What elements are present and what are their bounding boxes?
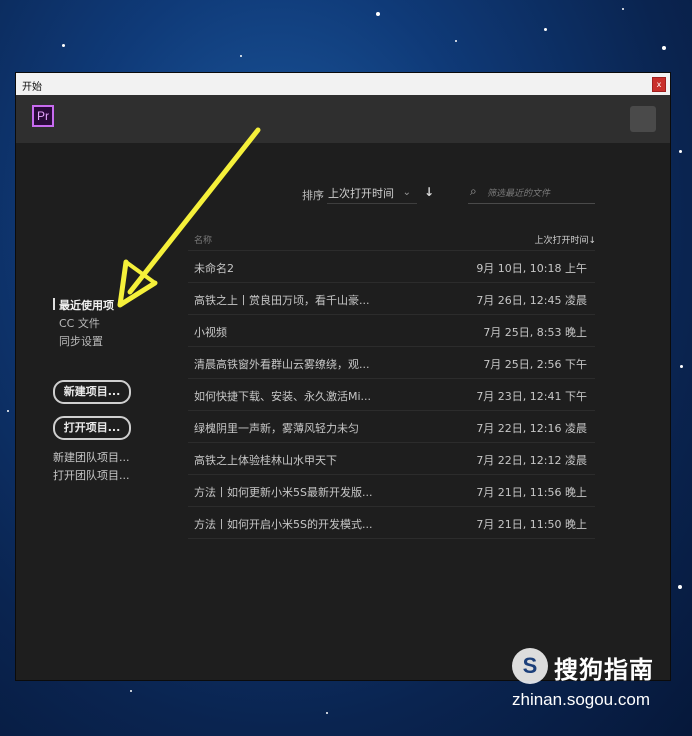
sogou-logo-icon: S — [512, 648, 548, 684]
annotation-arrow-icon — [117, 127, 261, 308]
arrow-shaft — [127, 127, 261, 295]
watermark-url: zhinan.sogou.com — [512, 690, 650, 709]
watermark-title: 搜狗指南 — [554, 656, 654, 684]
